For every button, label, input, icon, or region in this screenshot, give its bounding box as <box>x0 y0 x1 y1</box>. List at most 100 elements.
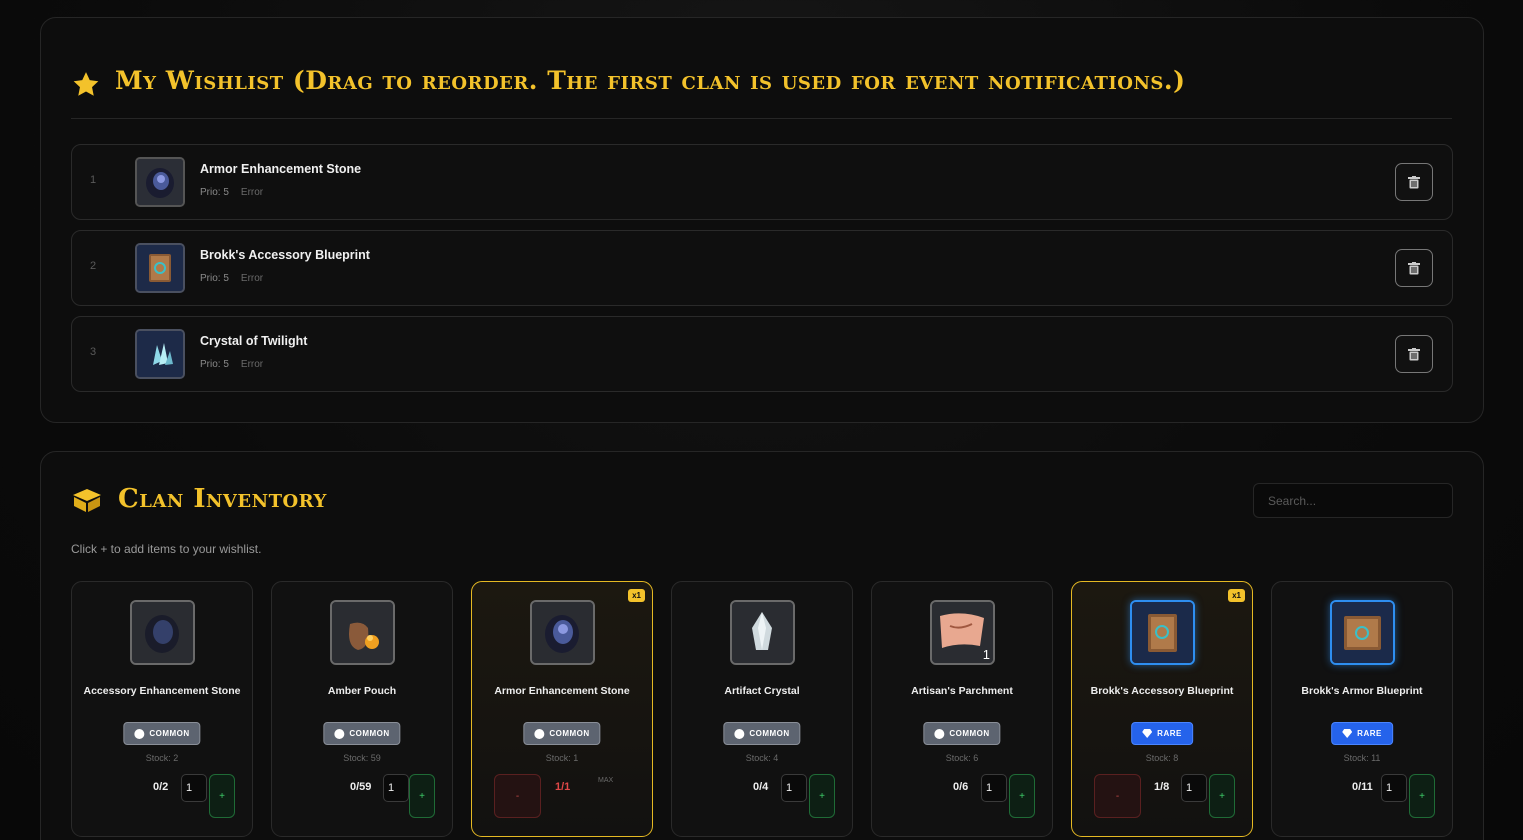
inventory-hint: Click + to add items to your wishlist. <box>71 542 262 556</box>
diamond-icon <box>1342 729 1353 738</box>
crystal-icon <box>135 329 185 379</box>
wishlist-row[interactable]: 1 Armor Enhancement Stone Prio: 5 Error <box>71 144 1453 220</box>
row-number: 1 <box>90 174 97 186</box>
item-meta: Prio: 5 Error <box>200 359 263 370</box>
wish-count: 0/59 <box>350 781 372 793</box>
star-icon <box>73 72 99 96</box>
wish-count: 0/2 <box>153 781 169 793</box>
stone-icon <box>130 600 195 665</box>
item-name: Crystal of Twilight <box>200 334 308 348</box>
rarity-badge: COMMON <box>923 722 1001 745</box>
common-dot-icon <box>534 728 545 739</box>
stock-label: Stock: 1 <box>545 753 579 763</box>
add-button[interactable]: + <box>809 774 835 818</box>
blueprint-icon <box>135 243 185 293</box>
inventory-card: Artifact Crystal COMMON Stock: 4 0/4 + <box>671 581 853 837</box>
search-input[interactable] <box>1253 483 1453 518</box>
inventory-card: x1 Armor Enhancement Stone COMMON Stock:… <box>471 581 653 837</box>
blueprint-icon <box>1330 600 1395 665</box>
remove-button[interactable]: - <box>1094 774 1141 818</box>
delete-button[interactable] <box>1395 335 1433 373</box>
item-status: Error <box>240 359 264 370</box>
crystal-icon <box>730 600 795 665</box>
blueprint-icon <box>1130 600 1195 665</box>
card-name: Artifact Crystal <box>724 685 800 697</box>
divider <box>71 118 1452 119</box>
card-name: Brokk's Armor Blueprint <box>1301 685 1423 697</box>
stone-icon <box>530 600 595 665</box>
add-button[interactable]: + <box>1409 774 1435 818</box>
stock-label: Stock: 8 <box>1145 753 1179 763</box>
add-button[interactable]: + <box>409 774 435 818</box>
rarity-badge: RARE <box>1131 722 1193 745</box>
wishlist-row[interactable]: 3 Crystal of Twilight Prio: 5 Error <box>71 316 1453 392</box>
add-button[interactable]: + <box>1209 774 1235 818</box>
quantity-input[interactable] <box>1181 774 1207 802</box>
rarity-label: COMMON <box>349 729 390 738</box>
quantity-input[interactable] <box>383 774 409 802</box>
rarity-label: COMMON <box>749 729 790 738</box>
rarity-badge: COMMON <box>323 722 401 745</box>
common-dot-icon <box>334 728 345 739</box>
delete-button[interactable] <box>1395 163 1433 201</box>
wish-count: 0/4 <box>753 781 769 793</box>
card-name: Artisan's Parchment <box>911 685 1013 697</box>
row-number: 3 <box>90 346 97 358</box>
add-button[interactable]: + <box>1009 774 1035 818</box>
wish-count: 0/6 <box>953 781 969 793</box>
inventory-card: Accessory Enhancement Stone COMMON Stock… <box>71 581 253 837</box>
delete-button[interactable] <box>1395 249 1433 287</box>
card-name: Amber Pouch <box>327 685 397 697</box>
item-prio: Prio: 5 <box>200 359 229 370</box>
item-name: Armor Enhancement Stone <box>200 162 362 176</box>
wishlist-row[interactable]: 2 Brokk's Accessory Blueprint Prio: 5 Err… <box>71 230 1453 306</box>
trash-icon <box>1408 261 1420 274</box>
common-dot-icon <box>934 728 945 739</box>
quantity-input[interactable] <box>781 774 807 802</box>
card-name: Accessory Enhancement Stone <box>83 685 241 697</box>
diamond-icon <box>1142 729 1153 738</box>
box-icon <box>73 489 101 512</box>
rarity-badge: COMMON <box>723 722 801 745</box>
stock-label: Stock: 4 <box>745 753 779 763</box>
pouch-icon <box>330 600 395 665</box>
item-name: Brokk's Accessory Blueprint <box>200 248 370 262</box>
rarity-badge: RARE <box>1331 722 1393 745</box>
stock-label: Stock: 2 <box>145 753 179 763</box>
parchment-icon: 1 <box>930 600 995 665</box>
stone-icon <box>135 157 185 207</box>
common-dot-icon <box>734 728 745 739</box>
card-name: Armor Enhancement Stone <box>494 685 630 697</box>
thumb-count: 1 <box>982 647 990 662</box>
inventory-card: x1 Brokk's Accessory Blueprint RARE Stoc… <box>1071 581 1253 837</box>
wish-qty-badge: x1 <box>628 589 645 602</box>
item-prio: Prio: 5 <box>200 187 229 198</box>
item-meta: Prio: 5 Error <box>200 273 263 284</box>
wish-count: 0/11 <box>1352 781 1373 793</box>
rarity-label: COMMON <box>149 729 190 738</box>
rarity-label: RARE <box>1357 729 1382 738</box>
quantity-input[interactable] <box>981 774 1007 802</box>
trash-icon <box>1408 175 1420 188</box>
rarity-label: RARE <box>1157 729 1182 738</box>
wish-count: 1/1 <box>555 781 571 793</box>
quantity-input[interactable] <box>1381 774 1407 802</box>
wish-count: 1/8 <box>1154 781 1170 793</box>
add-button[interactable]: + <box>209 774 235 818</box>
quantity-input[interactable] <box>181 774 207 802</box>
rarity-label: COMMON <box>949 729 990 738</box>
rarity-badge: COMMON <box>123 722 201 745</box>
stock-label: Stock: 59 <box>343 753 381 763</box>
stock-label: Stock: 6 <box>945 753 979 763</box>
item-status: Error <box>240 273 264 284</box>
wish-qty-badge: x1 <box>1228 589 1245 602</box>
row-number: 2 <box>90 260 97 272</box>
rarity-badge: COMMON <box>523 722 601 745</box>
wishlist-title: My Wishlist (Drag to reorder. The first … <box>115 66 1186 95</box>
inventory-card: Amber Pouch COMMON Stock: 59 0/59 + <box>271 581 453 837</box>
item-meta: Prio: 5 Error <box>200 187 263 198</box>
item-status: Error <box>240 187 264 198</box>
remove-button[interactable]: - <box>494 774 541 818</box>
inventory-card: Brokk's Armor Blueprint RARE Stock: 11 0… <box>1271 581 1453 837</box>
inventory-card: 1 Artisan's Parchment COMMON Stock: 6 0/… <box>871 581 1053 837</box>
